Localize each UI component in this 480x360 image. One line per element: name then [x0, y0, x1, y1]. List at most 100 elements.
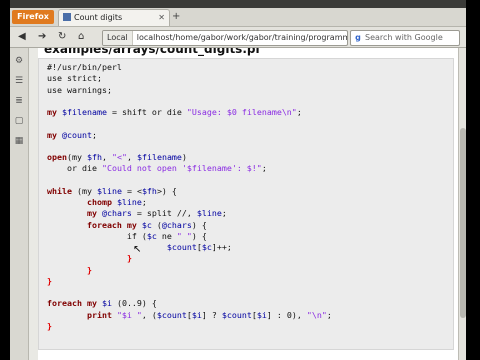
toolbar-select-icon[interactable]: ☰: [14, 76, 24, 86]
tab-close-icon[interactable]: ✕: [158, 10, 165, 26]
code-token: $line: [196, 208, 222, 219]
code-token: $fh: [86, 152, 102, 162]
code-line: my @count;: [47, 130, 97, 140]
code-token: }: [126, 253, 132, 264]
tab-strip: Firefox Count digits ✕ +: [10, 8, 466, 27]
code-token: foreach my: [47, 219, 142, 230]
code-token: or die: [47, 163, 102, 174]
code-line: foreach my $i (0..9) {: [47, 298, 157, 308]
code-token: my: [47, 208, 102, 219]
code-token: my: [47, 129, 62, 140]
search-placeholder: Search with Google: [365, 33, 443, 42]
code-token: if (: [47, 230, 147, 241]
browser-window: Firefox Count digits ✕ + ◀ ➔ ↻ ⌂ Local lo…: [10, 0, 466, 360]
toolbar-gear-icon[interactable]: ⚙: [14, 56, 24, 66]
code-token: ,: [126, 152, 137, 162]
code-token: foreach my: [47, 298, 102, 309]
code-token: ): [181, 152, 187, 162]
code-token: (my: [71, 185, 97, 196]
code-token: , (: [141, 309, 157, 320]
code-token: $line: [116, 197, 142, 207]
firefox-menu-button[interactable]: Firefox: [12, 10, 54, 24]
code-token: " ": [176, 230, 192, 241]
back-arrow-icon[interactable]: ◀: [18, 30, 26, 44]
forward-arrow-icon[interactable]: ➔: [38, 30, 46, 44]
url-bar[interactable]: Local localhost/home/gabor/work/gabor/tra…: [102, 30, 348, 46]
code-line: }: [47, 265, 92, 275]
code-token: $i: [101, 298, 112, 309]
code-token: while: [47, 185, 72, 196]
code-token: $c: [141, 219, 152, 230]
code-token: "<": [111, 152, 127, 162]
page-heading: examples/arrays/count_digits.pl: [44, 48, 260, 56]
code-line: chomp $line;: [47, 197, 147, 207]
code-token: ,: [101, 152, 112, 162]
toolbar-list-icon[interactable]: ≣: [14, 96, 24, 106]
code-token: }: [47, 320, 52, 331]
home-icon[interactable]: ⌂: [78, 30, 84, 44]
code-token: }: [47, 275, 52, 286]
code-token: = shift or die: [106, 107, 187, 117]
code-line: use warnings;: [47, 85, 112, 95]
code-token: "\n": [306, 309, 327, 320]
new-tab-icon[interactable]: +: [172, 11, 180, 22]
mouse-cursor-icon: ↖: [133, 244, 142, 255]
code-listing: #!/usr/bin/perl use strict; use warnings…: [38, 58, 454, 350]
search-input[interactable]: g Search with Google: [350, 30, 460, 46]
code-token: $fh: [141, 185, 157, 196]
code-token: $i: [256, 309, 267, 320]
code-token: $count: [166, 242, 197, 252]
code-line: or die "Could not open '$filename': $!";: [47, 163, 267, 173]
window-titlebar: [10, 0, 466, 8]
code-line: print "$i ", ($count[$i] ? $count[$i] : …: [47, 310, 332, 320]
code-token: ;: [141, 197, 147, 207]
code-token: ] ?: [201, 309, 222, 320]
navigation-toolbar: ◀ ➔ ↻ ⌂ Local localhost/home/gabor/work/g…: [10, 27, 466, 48]
code-token: ] : 0),: [266, 309, 307, 320]
site-identity-badge[interactable]: Local: [103, 31, 133, 45]
code-token: $c: [201, 242, 212, 252]
url-text: localhost/home/gabor/work/gabor/training…: [136, 33, 347, 42]
code-token: @chars: [161, 219, 192, 230]
tab-count-digits[interactable]: Count digits ✕: [58, 9, 170, 26]
code-token: $i: [191, 309, 202, 320]
code-token: (my: [66, 152, 87, 162]
reload-icon[interactable]: ↻: [58, 30, 66, 44]
toolbar-grid-icon[interactable]: ▦: [14, 136, 24, 146]
code-token: ) {: [191, 219, 207, 230]
code-line: }: [47, 253, 132, 263]
code-token: ;: [296, 107, 302, 117]
code-token: "Could not open '$filename': $!": [101, 163, 262, 174]
code-block: #!/usr/bin/perl use strict; use warnings…: [39, 59, 453, 332]
toolbar-box-icon[interactable]: ▢: [14, 116, 24, 126]
code-line: my @chars = split //, $line;: [47, 208, 227, 218]
code-token: }: [86, 264, 92, 275]
code-token: open: [47, 152, 67, 162]
code-token: my: [47, 107, 62, 117]
tab-title: Count digits: [74, 13, 123, 22]
code-token: >) {: [156, 185, 177, 196]
vertical-scrollbar[interactable]: [458, 48, 466, 360]
code-token: @chars: [101, 208, 132, 219]
google-icon: g: [355, 33, 361, 42]
code-token: $filename: [136, 152, 182, 162]
code-token: chomp: [47, 197, 117, 207]
page-content: examples/arrays/count_digits.pl #!/usr/b…: [38, 48, 466, 360]
code-token: $count: [221, 309, 252, 320]
code-token: (0..9) {: [111, 298, 157, 309]
code-line: }: [47, 321, 52, 331]
code-line: }: [47, 276, 52, 286]
code-token: use warnings;: [47, 84, 112, 95]
scrollbar-thumb[interactable]: [460, 128, 466, 318]
code-line: if ($c ne " ") {: [47, 231, 207, 241]
code-token: ;: [91, 129, 97, 140]
code-token: ne: [156, 230, 177, 241]
left-sidebar-toolbar: ⚙ ☰ ≣ ▢ ▦: [10, 48, 29, 360]
code-token: ]++;: [211, 242, 232, 252]
code-line: while (my $line = <$fh>) {: [47, 186, 177, 196]
page-favicon-icon: [63, 13, 71, 21]
code-token: use strict;: [47, 73, 102, 84]
